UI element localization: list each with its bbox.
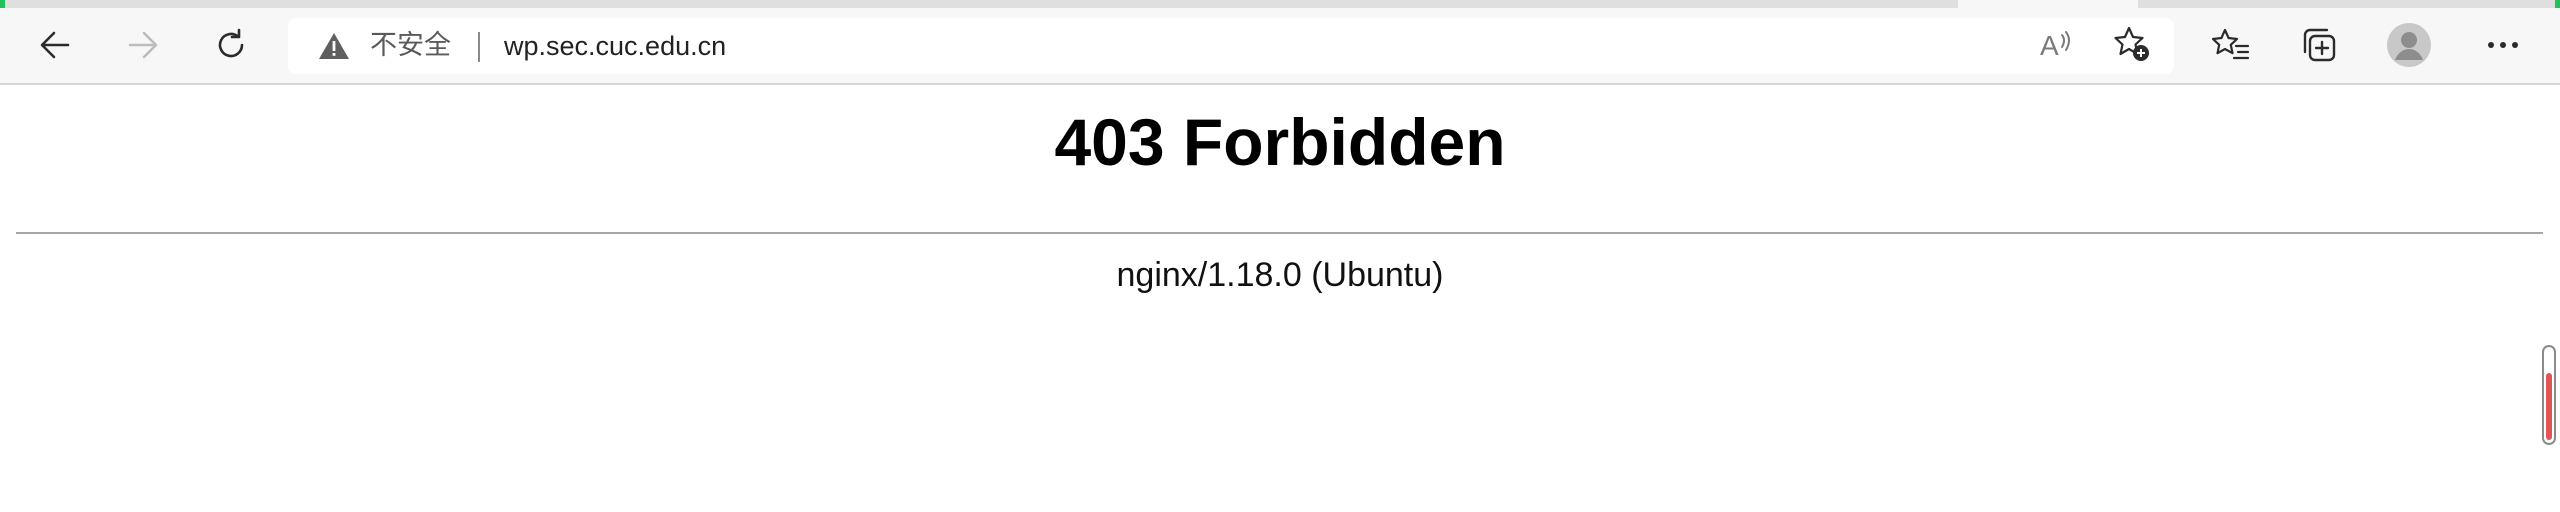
- read-aloud-icon: A: [2038, 27, 2074, 65]
- tab-strip: [0, 0, 2560, 8]
- address-separator: [478, 32, 480, 62]
- star-add-icon: [2113, 25, 2151, 67]
- divider: [16, 232, 2543, 234]
- favorites-list-icon: [2212, 27, 2250, 63]
- refresh-icon: [213, 27, 249, 63]
- active-tab-edge[interactable]: [1958, 0, 2138, 8]
- add-favorite-button[interactable]: [2110, 24, 2154, 68]
- browser-toolbar: 不安全 wp.sec.cuc.edu.cn A: [0, 8, 2560, 85]
- arrow-right-icon: [126, 28, 160, 62]
- refresh-button[interactable]: [204, 18, 258, 72]
- favorites-button[interactable]: [2204, 18, 2258, 72]
- read-aloud-button[interactable]: A: [2034, 24, 2078, 68]
- vertical-scrollbar[interactable]: [2542, 345, 2556, 445]
- svg-text:A: A: [2040, 30, 2059, 61]
- scrollbar-thumb[interactable]: [2546, 372, 2552, 440]
- security-status-label[interactable]: 不安全: [370, 30, 451, 62]
- address-bar[interactable]: 不安全 wp.sec.cuc.edu.cn A: [288, 18, 2174, 74]
- warning-icon[interactable]: [318, 32, 350, 64]
- page-title: 403 Forbidden: [1054, 105, 1506, 179]
- more-icon: [2486, 40, 2520, 50]
- collections-icon: [2300, 26, 2338, 64]
- url-text[interactable]: wp.sec.cuc.edu.cn: [504, 30, 726, 62]
- server-info: nginx/1.18.0 (Ubuntu): [1116, 256, 1444, 294]
- arrow-left-icon: [38, 28, 72, 62]
- settings-menu-button[interactable]: [2476, 18, 2530, 72]
- forward-button[interactable]: [116, 18, 170, 72]
- back-button[interactable]: [28, 18, 82, 72]
- profile-button[interactable]: [2382, 18, 2436, 72]
- avatar-icon: [2386, 22, 2432, 68]
- collections-button[interactable]: [2292, 18, 2346, 72]
